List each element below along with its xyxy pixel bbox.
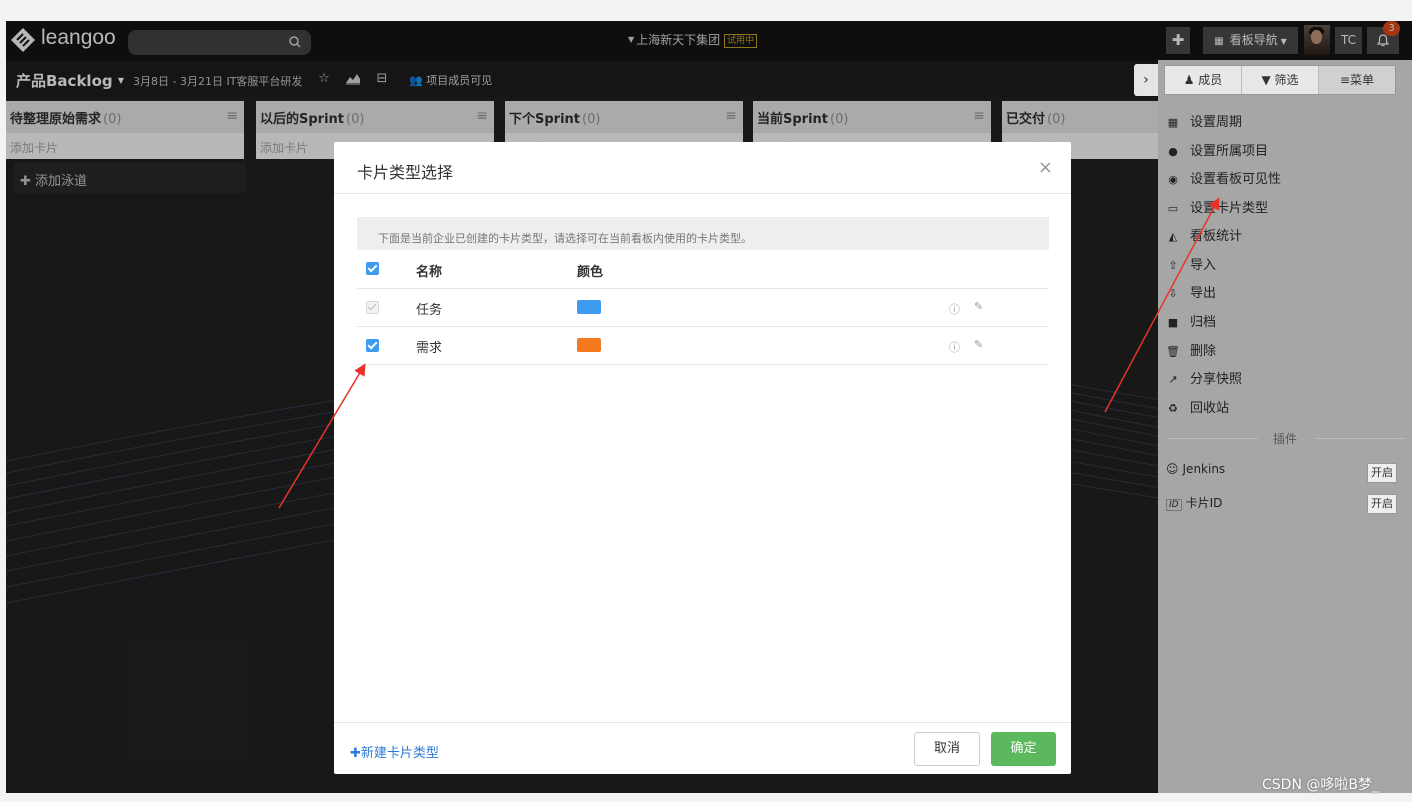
tab-members[interactable]: ♟ 成员 <box>1165 66 1242 94</box>
divider <box>357 288 1049 289</box>
eye-icon: ◉ <box>1168 173 1178 186</box>
new-card-type-link[interactable]: ✚新建卡片类型 <box>350 742 439 761</box>
calendar-icon: ▦ <box>1167 116 1179 129</box>
recycle-icon: ♻ <box>1168 402 1178 415</box>
info-icon[interactable]: ⓘ <box>949 301 961 316</box>
close-icon[interactable]: × <box>1038 157 1053 178</box>
archive-icon: ■ <box>1167 316 1179 329</box>
divider <box>357 326 1049 327</box>
confirm-button[interactable]: 确定 <box>991 732 1056 766</box>
jenkins-icon: ☺ <box>1166 462 1179 476</box>
menu-item-share-snapshot[interactable]: ↗ 分享快照 <box>1166 368 1242 390</box>
plugin-jenkins: ☺ Jenkins <box>1166 462 1226 476</box>
menu-item-visibility[interactable]: ◉ 设置看板可见性 <box>1166 168 1281 190</box>
upload-icon: ⇧ <box>1168 259 1178 272</box>
user-icon: ♟ <box>1183 73 1195 87</box>
plugins-section-title: 插件 <box>1158 430 1412 447</box>
board-menu-panel: ♟ 成员 ▼ 筛选 ≡菜单 ▦ 设置周期 ● 设置所属项目 ◉ 设置看板可见性 ▭ 设置… <box>1158 60 1412 793</box>
menu-item-set-project[interactable]: ● 设置所属项目 <box>1166 140 1268 162</box>
dialog-title: 卡片类型选择 <box>357 163 454 182</box>
card-type-name: 需求 <box>416 341 443 356</box>
trash-icon: 🗑 <box>1166 345 1180 358</box>
menu-item-import[interactable]: ⇧ 导入 <box>1166 254 1216 276</box>
chevron-right-icon: › <box>1143 72 1149 88</box>
menu-item-card-types[interactable]: ▭ 设置卡片类型 <box>1166 197 1268 219</box>
select-all-checkbox[interactable] <box>366 262 379 275</box>
share-icon: ↗ <box>1168 373 1178 386</box>
download-icon: ⇩ <box>1168 287 1178 300</box>
watermark: CSDN @哆啦B梦_ <box>1262 777 1379 793</box>
menu-tabs: ♟ 成员 ▼ 筛选 ≡菜单 <box>1164 65 1396 95</box>
row-checkbox-task[interactable] <box>366 301 379 314</box>
menu-item-recycle-bin[interactable]: ♻ 回收站 <box>1166 397 1229 419</box>
enable-card-id-button[interactable]: 开启 <box>1367 494 1397 514</box>
tab-menu[interactable]: ≡菜单 <box>1319 66 1395 94</box>
divider <box>357 364 1049 365</box>
card-type-name: 任务 <box>416 303 443 318</box>
menu-item-delete[interactable]: 🗑 删除 <box>1166 340 1216 362</box>
divider <box>334 722 1071 723</box>
menu-icon: ≡ <box>1339 73 1351 87</box>
card-type-dialog: 卡片类型选择 × 下面是当前企业已创建的卡片类型，请选择可在当前看板内使用的卡片… <box>334 142 1071 774</box>
divider <box>334 193 1071 194</box>
cancel-button[interactable]: 取消 <box>914 732 980 766</box>
card-icon: ▭ <box>1167 202 1179 215</box>
chart-icon: ◭ <box>1168 230 1178 243</box>
plus-icon: ✚ <box>350 746 361 761</box>
edit-icon[interactable]: ✎ <box>974 338 986 351</box>
menu-item-export[interactable]: ⇩ 导出 <box>1166 282 1216 304</box>
menu-item-archive[interactable]: ■ 归档 <box>1166 311 1216 333</box>
header-color: 颜色 <box>577 265 604 280</box>
color-swatch <box>577 338 601 352</box>
header-name: 名称 <box>416 265 443 280</box>
plugin-card-id: ID 卡片ID <box>1166 494 1222 516</box>
tab-filter[interactable]: ▼ 筛选 <box>1242 66 1319 94</box>
menu-item-statistics[interactable]: ◭ 看板统计 <box>1166 225 1242 247</box>
filter-icon: ▼ <box>1261 73 1271 87</box>
new-card-type-label: 新建卡片类型 <box>360 746 439 761</box>
id-icon: ID <box>1166 499 1182 511</box>
enable-jenkins-button[interactable]: 开启 <box>1367 463 1397 483</box>
project-icon: ● <box>1168 145 1178 158</box>
info-icon[interactable]: ⓘ <box>949 339 961 354</box>
edit-icon[interactable]: ✎ <box>974 300 986 313</box>
color-swatch <box>577 300 601 314</box>
dialog-tip: 下面是当前企业已创建的卡片类型，请选择可在当前看板内使用的卡片类型。 <box>357 217 1049 250</box>
collapse-sidebar-button[interactable]: › <box>1134 64 1158 96</box>
row-checkbox-requirement[interactable] <box>366 339 379 352</box>
menu-item-set-cycle[interactable]: ▦ 设置周期 <box>1166 111 1242 133</box>
